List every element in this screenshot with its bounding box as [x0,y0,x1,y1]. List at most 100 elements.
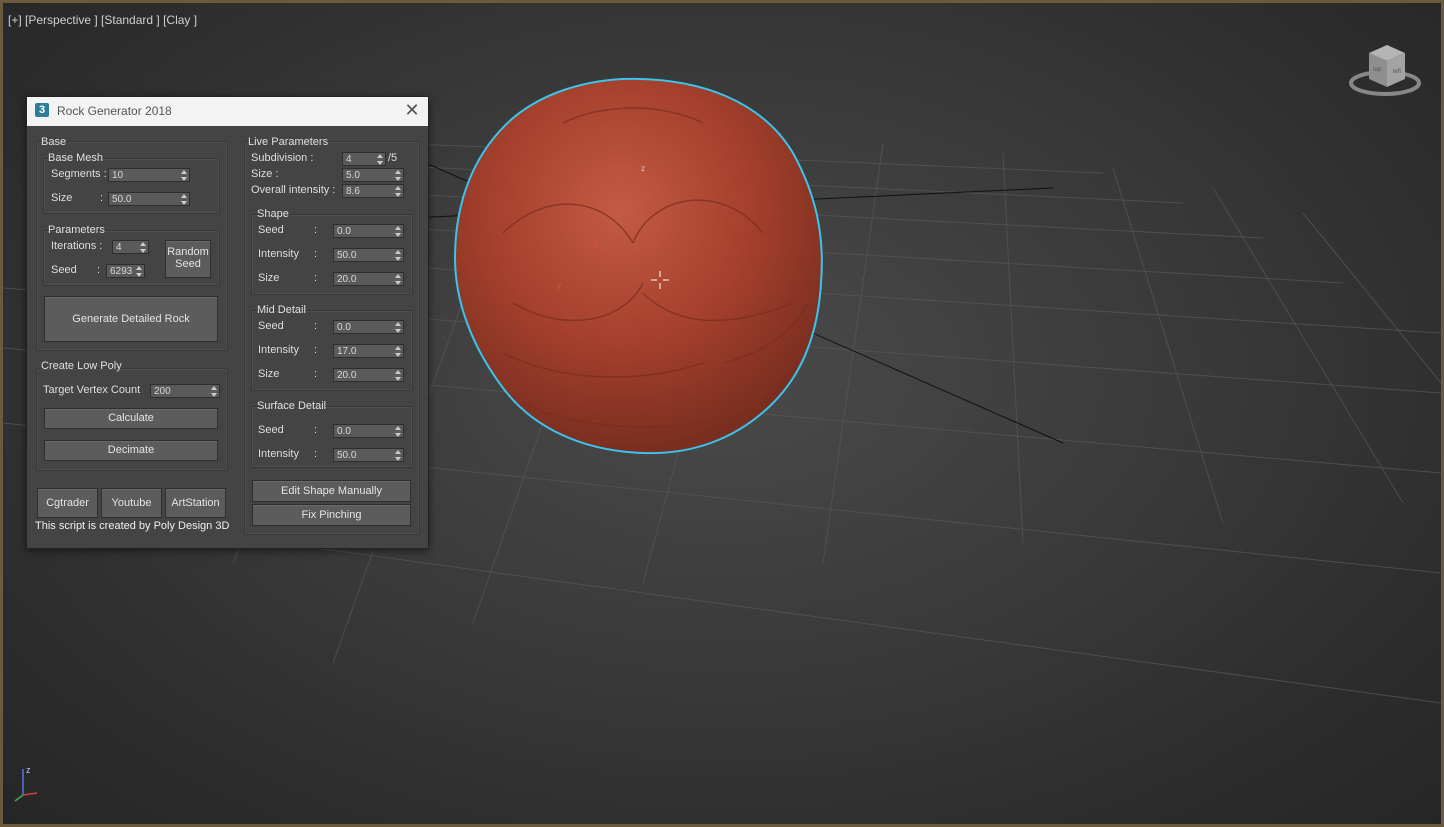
seed-spinner[interactable]: 6293 [106,264,145,278]
spinner-arrows-icon[interactable] [395,186,401,197]
mid-size-label: Size [258,368,280,380]
iterations-label: Iterations : [51,240,103,252]
cgtrader-link-button[interactable]: Cgtrader [37,488,98,518]
spinner-arrows-icon[interactable] [140,242,146,253]
spinner-arrows-icon[interactable] [395,250,401,261]
generate-detailed-rock-button[interactable]: Generate Detailed Rock [44,296,218,342]
surface-seed-label: Seed [258,424,284,436]
spinner-arrows-icon[interactable] [395,426,401,437]
youtube-link-button[interactable]: Youtube [101,488,162,518]
target-vertex-count-label: Target Vertex Count [43,384,141,396]
calculate-button[interactable]: Calculate [44,408,218,429]
spinner-arrows-icon[interactable] [395,170,401,181]
spinner-arrows-icon[interactable] [395,450,401,461]
parameters-label: Parameters [48,224,105,236]
axis-tripod-icon: z [14,765,38,802]
shape-intensity-value: 50.0 [337,250,357,261]
spinner-arrows-icon[interactable] [211,386,217,397]
spinner-arrows-icon[interactable] [395,370,401,381]
svg-text:z: z [641,164,645,173]
app-3dsmax-icon: 3 [35,103,49,117]
viewcube-icon[interactable]: left top [1347,43,1423,103]
mid-intensity-spinner[interactable]: 17.0 [333,344,404,358]
axis-z-label: z [26,765,31,775]
shape-label: Shape [257,208,289,220]
viewcube-left-face: left [1393,69,1401,75]
create-low-poly-label: Create Low Poly [41,360,122,372]
svg-text:y: y [557,281,561,290]
target-vertex-count-spinner[interactable]: 200 [150,384,220,398]
iterations-value: 4 [116,242,122,253]
live-parameters-label: Live Parameters [248,136,329,148]
surface-detail-label: Surface Detail [257,400,327,412]
subdivision-spinner[interactable]: 4 [342,152,386,166]
surface-intensity-colon: : [314,448,318,460]
mid-seed-spinner[interactable]: 0.0 [333,320,404,334]
mid-seed-value: 0.0 [337,322,351,333]
random-seed-button[interactable]: Random Seed [165,240,211,278]
live-size-spinner[interactable]: 5.0 [342,168,404,182]
seed-colon: : [97,264,101,276]
mid-size-spinner[interactable]: 20.0 [333,368,404,382]
random-seed-label-1: Random [167,246,209,258]
shape-size-value: 20.0 [337,274,357,285]
rock-mesh[interactable]: z x y [453,77,823,455]
spinner-arrows-icon[interactable] [395,346,401,357]
overall-intensity-spinner[interactable]: 8.6 [342,184,404,198]
overall-intensity-value: 8.6 [346,186,360,197]
mid-size-value: 20.0 [337,370,357,381]
surface-seed-colon: : [314,424,318,436]
viewcube-top-face: top [1373,67,1382,73]
mid-intensity-colon: : [314,344,318,356]
live-size-value: 5.0 [346,170,360,181]
random-seed-label-2: Seed [175,258,201,270]
surface-intensity-label: Intensity [258,448,299,460]
spinner-arrows-icon[interactable] [136,266,142,277]
shape-intensity-label: Intensity [258,248,299,260]
surface-intensity-spinner[interactable]: 50.0 [333,448,404,462]
surface-intensity-value: 50.0 [337,450,357,461]
size-value: 50.0 [112,194,132,205]
artstation-link-button[interactable]: ArtStation [165,488,226,518]
shape-seed-spinner[interactable]: 0.0 [333,224,404,238]
shape-seed-colon: : [314,224,318,236]
mid-intensity-value: 17.0 [337,346,357,357]
rock-generator-dialog: 3 Rock Generator 2018 ✕ Base Base Mesh S… [26,96,429,549]
size-spinner[interactable]: 50.0 [108,192,190,206]
spinner-arrows-icon[interactable] [395,274,401,285]
spinner-arrows-icon[interactable] [377,154,383,165]
shape-seed-label: Seed [258,224,284,236]
target-vertex-count-value: 200 [154,386,171,397]
overall-intensity-label: Overall intensity : [251,184,336,196]
shape-intensity-spinner[interactable]: 50.0 [333,248,404,262]
viewport-label-menu[interactable]: [+] [Perspective ] [Standard ] [Clay ] [8,13,197,27]
mid-size-colon: : [314,368,318,380]
shape-size-colon: : [314,272,318,284]
spinner-arrows-icon[interactable] [395,226,401,237]
spinner-arrows-icon[interactable] [181,194,187,205]
fix-pinching-button[interactable]: Fix Pinching [252,504,411,526]
edit-shape-manually-button[interactable]: Edit Shape Manually [252,480,411,502]
shape-intensity-colon: : [314,248,318,260]
decimate-button[interactable]: Decimate [44,440,218,461]
subdivision-value: 4 [346,154,352,165]
spinner-arrows-icon[interactable] [181,170,187,181]
shape-size-label: Size [258,272,280,284]
mid-seed-label: Seed [258,320,284,332]
segments-label: Segments : [51,168,107,180]
shape-seed-value: 0.0 [337,226,351,237]
surface-seed-spinner[interactable]: 0.0 [333,424,404,438]
base-group-label: Base [41,136,67,148]
live-size-label: Size : [251,168,279,180]
dialog-titlebar[interactable]: 3 Rock Generator 2018 ✕ [27,97,428,126]
iterations-spinner[interactable]: 4 [112,240,149,254]
surface-seed-value: 0.0 [337,426,351,437]
spinner-arrows-icon[interactable] [395,322,401,333]
mid-detail-label: Mid Detail [257,304,306,316]
segments-spinner[interactable]: 10 [108,168,190,182]
seed-label: Seed [51,264,77,276]
shape-size-spinner[interactable]: 20.0 [333,272,404,286]
seed-value: 6293 [110,266,133,277]
close-icon[interactable]: ✕ [402,101,422,121]
credits-text: This script is created by Poly Design 3D [35,520,230,532]
